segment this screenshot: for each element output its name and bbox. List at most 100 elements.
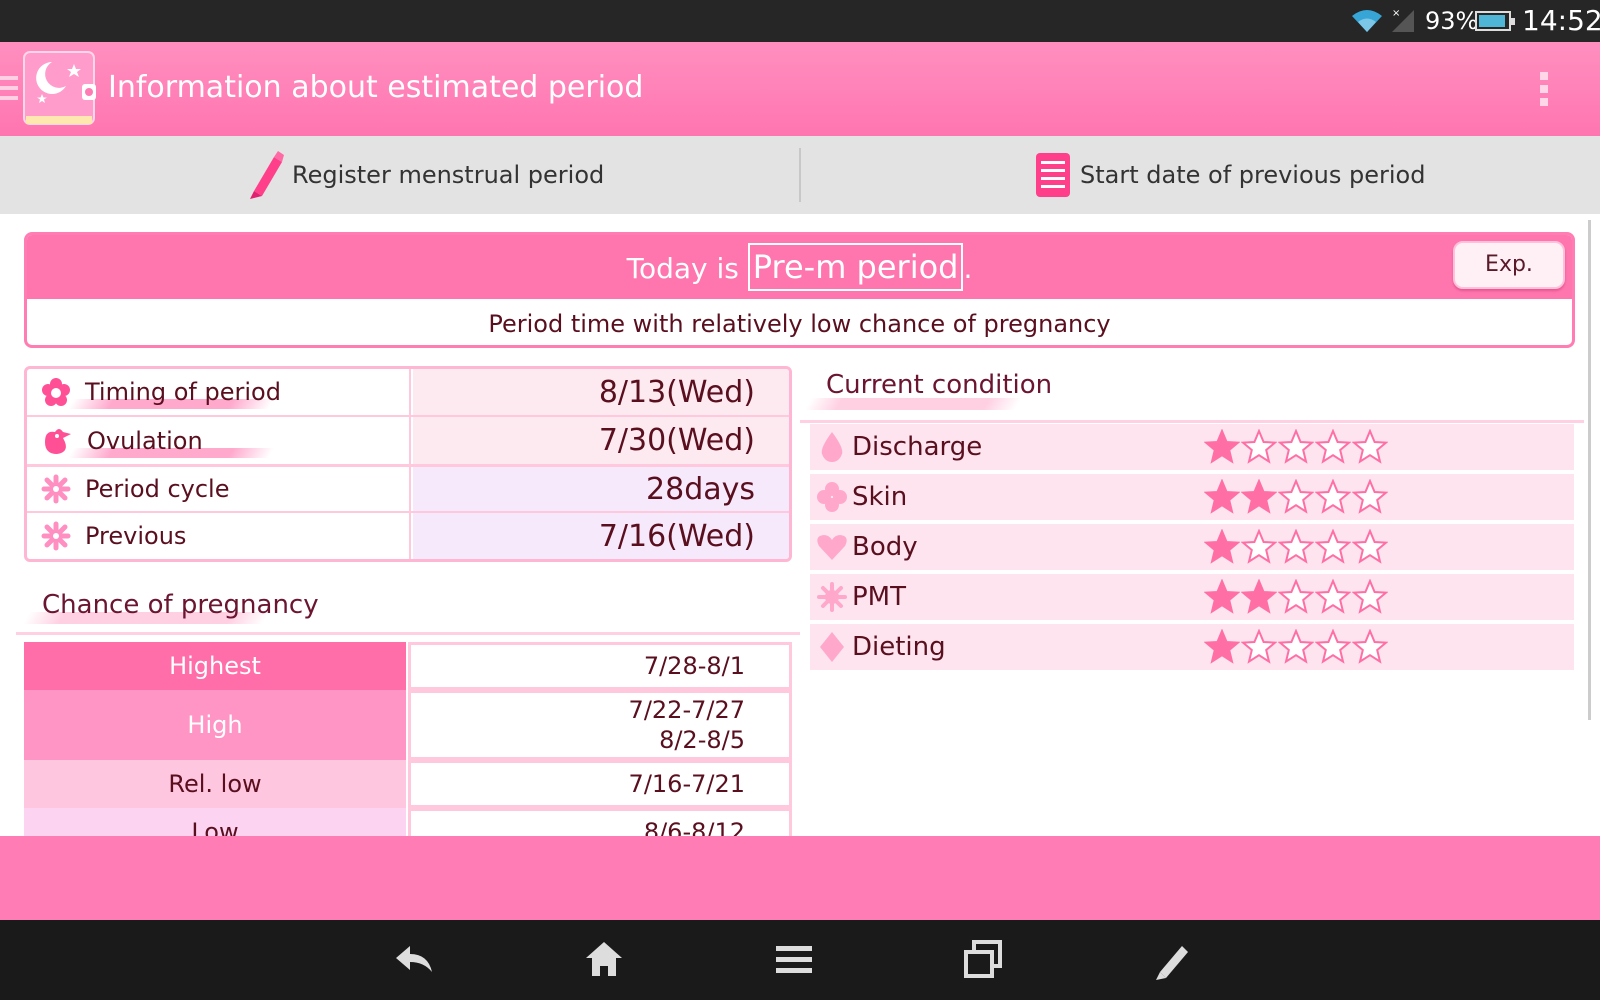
info-label: Ovulation [87,426,203,455]
star-empty-icon [1352,579,1388,614]
star-filled-icon [1204,429,1240,464]
chance-dates: 7/28-8/1 [408,642,792,690]
wifi-icon [1352,10,1382,32]
list-icon [1036,153,1070,197]
current-phase: Pre-m period [747,243,964,291]
today-prefix: Today is [626,252,739,285]
info-value: 8/13(Wed) [413,369,789,415]
star-filled-icon [1241,579,1277,614]
info-label: Previous [85,522,187,550]
star-empty-icon [1278,579,1314,614]
condition-label: Dieting [852,632,946,662]
condition-row-skin[interactable]: Skin [810,474,1574,520]
scrollbar[interactable] [1588,220,1591,720]
svg-text:×: × [1392,8,1400,19]
asterisk-flower-icon [41,474,71,504]
clover-icon [817,482,847,512]
today-status-text: Today is Pre-m period. [27,243,1572,293]
chance-row-rel-low: Rel. low 7/16-7/21 [24,760,792,808]
back-icon[interactable] [390,936,438,984]
info-value: 28days [413,467,789,511]
chance-dates: 7/16-7/21 [408,760,792,808]
info-label: Timing of period [85,378,281,406]
chance-dates: 7/22-7/27 8/2-8/5 [408,690,792,760]
diamond-icon [820,632,844,662]
drawer-icon[interactable] [0,76,18,102]
action-bar: Register menstrual period Start date of … [0,136,1600,214]
star-empty-icon [1278,529,1314,564]
info-value: 7/16(Wed) [413,513,789,559]
condition-row-body[interactable]: Body [810,524,1574,570]
battery-icon [1475,11,1515,31]
overflow-menu-icon[interactable] [1540,72,1552,108]
star-empty-icon [1352,479,1388,514]
cell-signal-icon: × [1392,8,1414,32]
star-filled-icon [1204,579,1240,614]
star-empty-icon [1278,429,1314,464]
recent-apps-icon[interactable] [960,936,1008,984]
condition-label: Body [852,532,918,562]
flower-icon [42,378,70,406]
star-empty-icon [1315,479,1351,514]
previous-start-date-label: Start date of previous period [1080,161,1426,189]
chance-dates: 8/6-8/12 [408,808,792,836]
drop-icon [821,432,843,462]
chance-row-high: High 7/22-7/27 8/2-8/5 [24,690,792,760]
chance-section-divider [16,632,800,635]
today-suffix: . [963,252,973,285]
register-period-button[interactable]: Register menstrual period [244,150,604,200]
bird-icon [45,428,71,454]
info-row-previous: Previous 7/16(Wed) [27,513,789,559]
info-row-ovulation: Ovulation 7/30(Wed) [27,417,789,467]
condition-section-divider [800,420,1584,423]
heart-icon [817,535,847,560]
chance-level: Highest [24,642,406,690]
star-rating [1204,579,1389,615]
info-value: 7/30(Wed) [413,417,789,464]
star-rating [1204,529,1389,565]
status-bar: × 93% 14:52 [0,0,1600,42]
star-empty-icon [1241,529,1277,564]
content-area[interactable]: Today is Pre-m period. Exp. Period time … [0,214,1600,836]
previous-start-date-button[interactable]: Start date of previous period [1034,150,1425,200]
explanation-button[interactable]: Exp. [1453,241,1565,289]
action-divider [799,148,801,202]
chance-level: Low [24,808,406,836]
condition-row-dieting[interactable]: Dieting [810,624,1574,670]
pencil-icon [250,151,284,199]
star-filled-icon [1204,479,1240,514]
star-filled-icon [1241,479,1277,514]
info-row-cycle: Period cycle 28days [27,467,789,513]
star-empty-icon [1315,529,1351,564]
menu-icon[interactable] [770,936,818,984]
chance-level: High [24,690,406,760]
star-empty-icon [1241,429,1277,464]
system-nav-bar [0,920,1600,1000]
burst-icon [817,582,847,612]
battery-percent: 93% [1425,7,1479,35]
pencil-icon[interactable] [1150,936,1198,984]
moon-diary-icon [23,51,96,125]
asterisk-flower-icon [41,521,71,551]
page-title: Information about estimated period [108,70,644,105]
star-empty-icon [1315,429,1351,464]
star-empty-icon [1278,479,1314,514]
info-row-timing: Timing of period 8/13(Wed) [27,369,789,417]
app-bar: Information about estimated period [0,42,1600,136]
condition-label: Discharge [852,432,983,462]
condition-row-discharge[interactable]: Discharge [810,424,1574,470]
chance-level: Rel. low [24,760,406,808]
star-empty-icon [1352,529,1388,564]
chance-row-low: Low 8/6-8/12 [24,808,792,836]
star-rating [1204,479,1389,515]
condition-row-pmt[interactable]: PMT [810,574,1574,620]
today-status-card: Today is Pre-m period. Exp. Period time … [24,232,1575,348]
chance-row-highest: Highest 7/28-8/1 [24,642,792,690]
info-label: Period cycle [85,475,230,503]
status-clock: 14:52 [1522,4,1600,37]
condition-label: PMT [852,582,906,612]
home-icon[interactable] [580,936,628,984]
star-filled-icon [1204,629,1240,664]
bottom-ad-bar [0,836,1600,920]
register-period-label: Register menstrual period [292,161,605,189]
